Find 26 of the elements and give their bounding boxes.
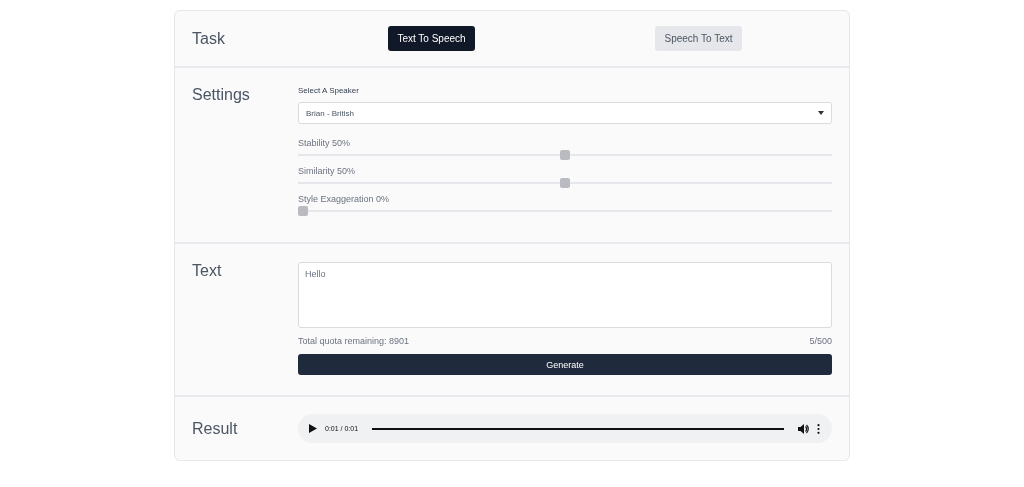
section-heading: Task (192, 29, 226, 48)
speaker-dropdown[interactable]: Brian - British (298, 102, 832, 124)
section-heading: Text (192, 262, 223, 281)
more-icon[interactable] (817, 423, 820, 434)
task-tab[interactable]: Speech To Text (655, 26, 742, 51)
task-tab[interactable]: Text To Speech (388, 26, 475, 51)
progress-bar[interactable] (372, 427, 784, 430)
section-heading: Settings (192, 86, 251, 105)
slider[interactable] (298, 206, 832, 216)
caret-icon (818, 111, 824, 115)
slider-label: Style Exaggeration 0% (298, 194, 391, 204)
text-input-field[interactable]: Hello (298, 262, 832, 328)
section-heading: Result (192, 419, 239, 438)
slider[interactable] (298, 178, 832, 188)
slider-label: Stability 50% (298, 138, 352, 148)
play-icon[interactable] (309, 424, 317, 433)
speaker-label: Select A Speaker (298, 86, 360, 95)
slider-thumb[interactable] (560, 178, 570, 188)
slider-thumb[interactable] (560, 150, 570, 160)
character-count: 5/500 (809, 336, 832, 346)
volume-icon[interactable] (798, 423, 809, 434)
slider-thumb[interactable] (298, 206, 308, 216)
quota-text: Total quota remaining: 8901 (298, 336, 410, 346)
slider[interactable] (298, 150, 832, 160)
slider-label: Similarity 50% (298, 166, 356, 176)
generate-button[interactable]: Generate (298, 354, 832, 375)
